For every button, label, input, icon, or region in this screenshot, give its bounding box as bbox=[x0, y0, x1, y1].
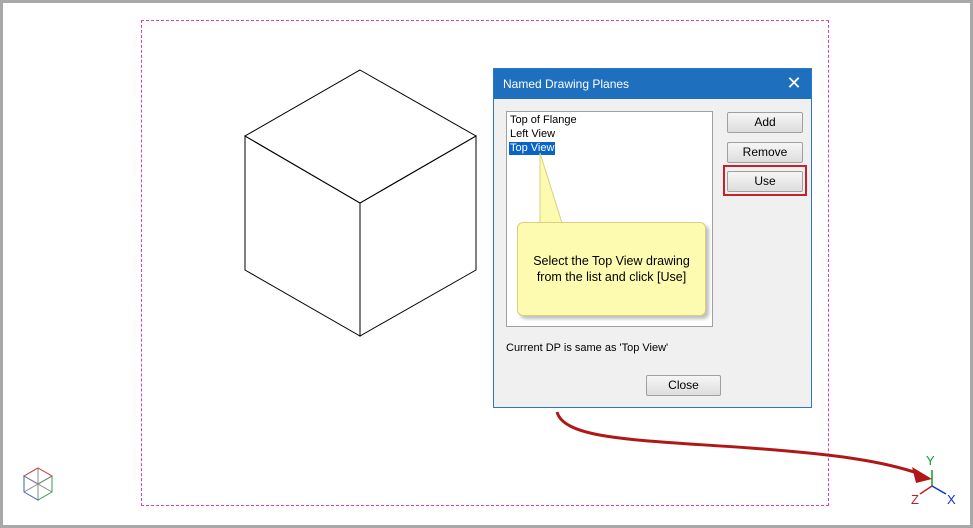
axis-x-label: X bbox=[947, 492, 956, 507]
axis-z-label: Z bbox=[911, 492, 919, 507]
cube-left-face bbox=[244, 135, 361, 337]
callout-line-2: from the list and click [Use] bbox=[536, 270, 687, 284]
axis-y-label: Y bbox=[926, 453, 935, 468]
view-cube-icon[interactable] bbox=[22, 467, 54, 501]
instruction-callout: Select the Top View drawing from the lis… bbox=[517, 222, 706, 316]
pointer-arrow bbox=[555, 411, 921, 476]
callout-line-1: Select the Top View drawing bbox=[533, 254, 690, 268]
drawing-overlay bbox=[22, 69, 947, 501]
cube-top-face bbox=[244, 69, 478, 204]
cube-right-face bbox=[359, 135, 477, 337]
named-drawing-planes-dialog: Named Drawing Planes ✕ Top of Flange Lef… bbox=[493, 68, 812, 408]
ucs-axes-icon bbox=[919, 470, 947, 495]
pointer-arrowhead bbox=[912, 467, 932, 483]
cube-drawing[interactable] bbox=[244, 69, 478, 337]
